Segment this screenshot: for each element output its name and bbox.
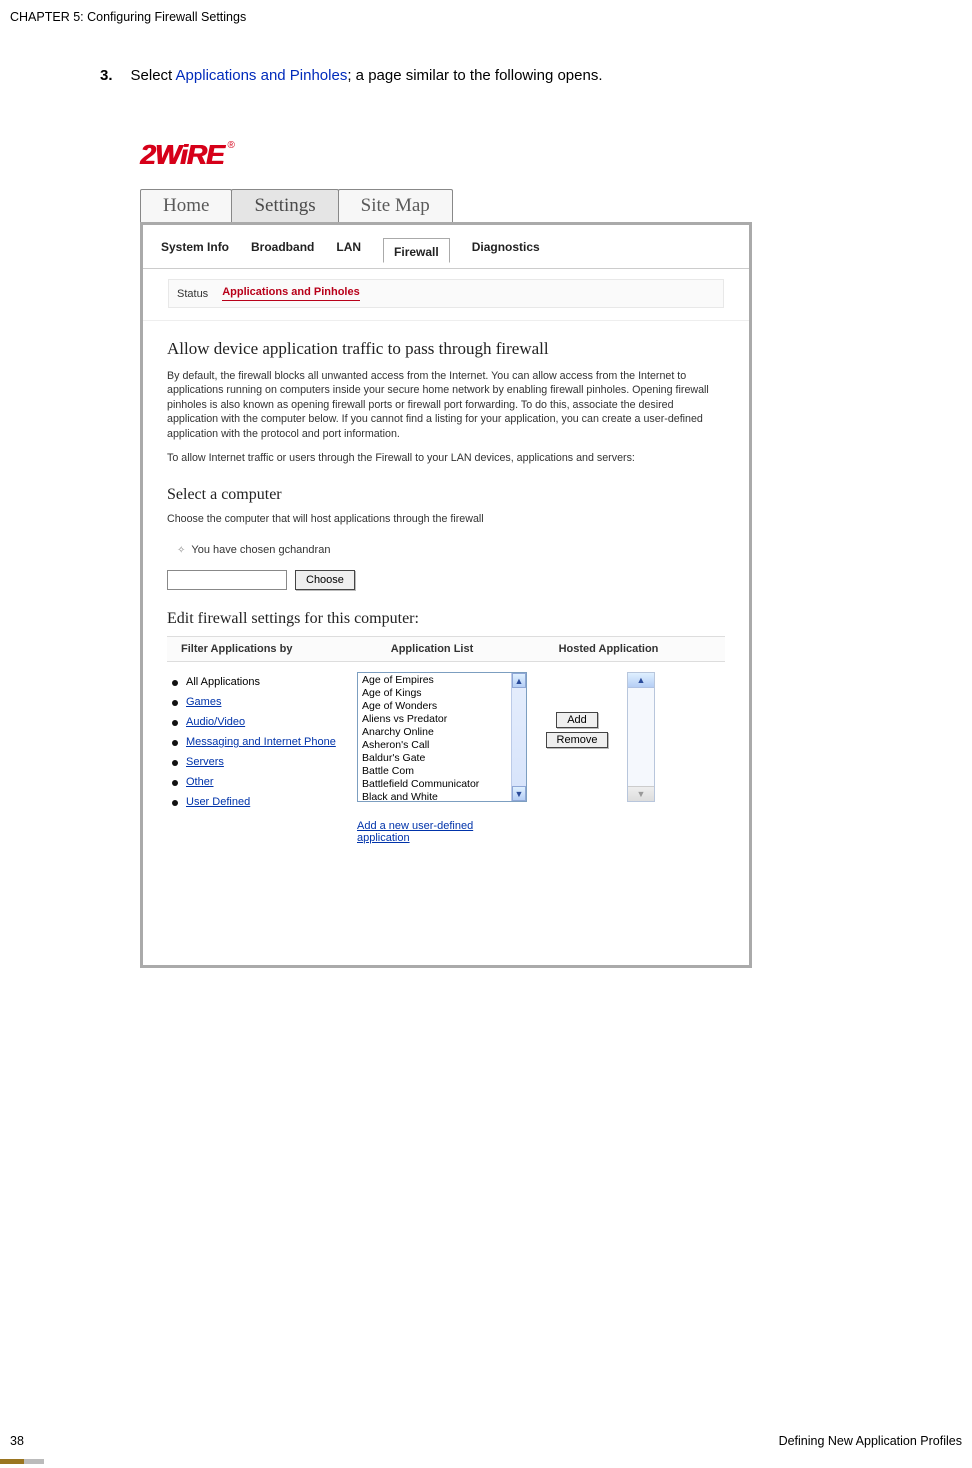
bullet-icon (172, 700, 178, 706)
applications-pinholes-link[interactable]: Applications and Pinholes (222, 286, 360, 301)
filter-label: Other (186, 776, 214, 788)
add-button[interactable]: Add (556, 712, 598, 728)
subtab-broadband[interactable]: Broadband (251, 237, 314, 262)
step-post: ; a page similar to the following opens. (347, 67, 602, 84)
intro-paragraph-1: By default, the firewall blocks all unwa… (167, 369, 725, 441)
hosted-application-list[interactable]: ▲ ▼ (627, 672, 655, 802)
page-number: 38 (10, 1434, 24, 1448)
add-new-link-label: Add a new user-defined application (357, 820, 473, 844)
applist-scrollbar[interactable]: ▲ ▼ (511, 673, 526, 801)
tab-settings[interactable]: Settings (231, 189, 338, 222)
add-new-user-defined-link[interactable]: Add a new user-defined application (357, 820, 527, 844)
subtab-firewall[interactable]: Firewall (383, 238, 450, 263)
step-number: 3. (100, 67, 113, 84)
step-pre: Select (131, 67, 176, 84)
settings-panel: System Info Broadband LAN Firewall Diagn… (140, 222, 752, 968)
app-option[interactable]: Battlefield Communicator (358, 778, 526, 791)
app-option[interactable]: Asheron's Call (358, 739, 526, 752)
tab-home[interactable]: Home (140, 189, 232, 222)
bullet-icon (172, 740, 178, 746)
page-footer: 38 Defining New Application Profiles (10, 1434, 962, 1448)
computer-select-row: Choose (167, 570, 725, 590)
logo: 2WiRE ® (140, 139, 752, 171)
applications-pinholes-reference: Applications and Pinholes (176, 67, 348, 84)
application-list-column: Age of Empires Age of Kings Age of Wonde… (357, 672, 527, 844)
app-option[interactable]: Baldur's Gate (358, 752, 526, 765)
tab-sitemap[interactable]: Site Map (338, 189, 453, 222)
scroll-down-icon[interactable]: ▼ (512, 786, 526, 801)
filter-messaging-internet-phone[interactable]: Messaging and Internet Phone (172, 732, 347, 752)
subtab-system-info[interactable]: System Info (161, 237, 229, 262)
bullet-icon (172, 760, 178, 766)
section-heading-edit-firewall: Edit firewall settings for this computer… (167, 610, 725, 628)
filter-label: Games (186, 696, 221, 708)
bullet-icon (172, 800, 178, 806)
filter-user-defined[interactable]: User Defined (172, 792, 347, 812)
footer-section-title: Defining New Application Profiles (779, 1434, 962, 1448)
subtab-lan[interactable]: LAN (336, 237, 361, 262)
filter-label: Audio/Video (186, 716, 245, 728)
filter-label: User Defined (186, 796, 250, 808)
filter-list: All Applications Games Audio/Video Messa… (167, 672, 347, 812)
pin-icon: ✧ (177, 545, 185, 556)
app-option[interactable]: Black and White (358, 791, 526, 802)
scroll-up-icon[interactable]: ▲ (628, 673, 654, 688)
section-heading-allow: Allow device application traffic to pass… (167, 339, 725, 359)
app-option[interactable]: Age of Wonders (358, 700, 526, 713)
hosted-application-column: ▲ ▼ (627, 672, 717, 802)
header-hosted: Hosted Application (522, 643, 725, 655)
filter-label: All Applications (186, 676, 260, 688)
scroll-up-icon[interactable]: ▲ (512, 673, 526, 688)
main-tab-bar: Home Settings Site Map (140, 189, 752, 222)
filter-servers[interactable]: Servers (172, 752, 347, 772)
breadcrumb: Status Applications and Pinholes (168, 279, 724, 308)
transfer-buttons: Add Remove (537, 712, 617, 748)
app-option[interactable]: Age of Empires (358, 674, 526, 687)
bullet-icon (172, 720, 178, 726)
intro-paragraph-2: To allow Internet traffic or users throu… (167, 451, 725, 465)
computer-select-input[interactable] (167, 570, 287, 590)
status-label: Status (177, 288, 208, 300)
content-area: Allow device application traffic to pass… (143, 321, 749, 864)
header-applist: Application List (342, 643, 522, 655)
filter-other[interactable]: Other (172, 772, 347, 792)
filter-all-applications[interactable]: All Applications (172, 672, 347, 692)
instruction-step: 3. Select Applications and Pinholes; a p… (100, 67, 972, 84)
filter-label: Messaging and Internet Phone (186, 736, 336, 748)
logo-text: 2WiRE (140, 139, 223, 171)
choose-button[interactable]: Choose (295, 570, 355, 590)
choose-computer-text: Choose the computer that will host appli… (167, 512, 725, 526)
scroll-down-icon: ▼ (628, 786, 654, 801)
editor-row: All Applications Games Audio/Video Messa… (167, 672, 725, 844)
bullet-icon (172, 780, 178, 786)
app-option[interactable]: Anarchy Online (358, 726, 526, 739)
filter-audio-video[interactable]: Audio/Video (172, 712, 347, 732)
filter-label: Servers (186, 756, 224, 768)
sub-tab-bar: System Info Broadband LAN Firewall Diagn… (143, 225, 749, 269)
screenshot-container: 2WiRE ® Home Settings Site Map System Inf… (140, 139, 752, 968)
column-headers: Filter Applications by Application List … (167, 636, 725, 662)
step-text: Select Applications and Pinholes; a page… (131, 67, 603, 84)
chapter-header: CHAPTER 5: Configuring Firewall Settings (0, 0, 972, 24)
bullet-icon (172, 680, 178, 686)
remove-button[interactable]: Remove (546, 732, 609, 748)
footer-color-bar (0, 1459, 44, 1464)
chosen-computer-text: You have chosen gchandran (191, 544, 330, 556)
breadcrumb-row: Status Applications and Pinholes (143, 269, 749, 321)
section-heading-select-computer: Select a computer (167, 486, 725, 504)
filter-games[interactable]: Games (172, 692, 347, 712)
logo-reg: ® (227, 140, 234, 151)
header-filter: Filter Applications by (167, 643, 342, 655)
app-option[interactable]: Age of Kings (358, 687, 526, 700)
subtab-diagnostics[interactable]: Diagnostics (472, 237, 540, 262)
application-list-box[interactable]: Age of Empires Age of Kings Age of Wonde… (357, 672, 527, 802)
app-option[interactable]: Aliens vs Predator (358, 713, 526, 726)
app-option[interactable]: Battle Com (358, 765, 526, 778)
application-options: Age of Empires Age of Kings Age of Wonde… (358, 673, 526, 802)
chosen-computer-row: ✧ You have chosen gchandran (167, 536, 725, 564)
